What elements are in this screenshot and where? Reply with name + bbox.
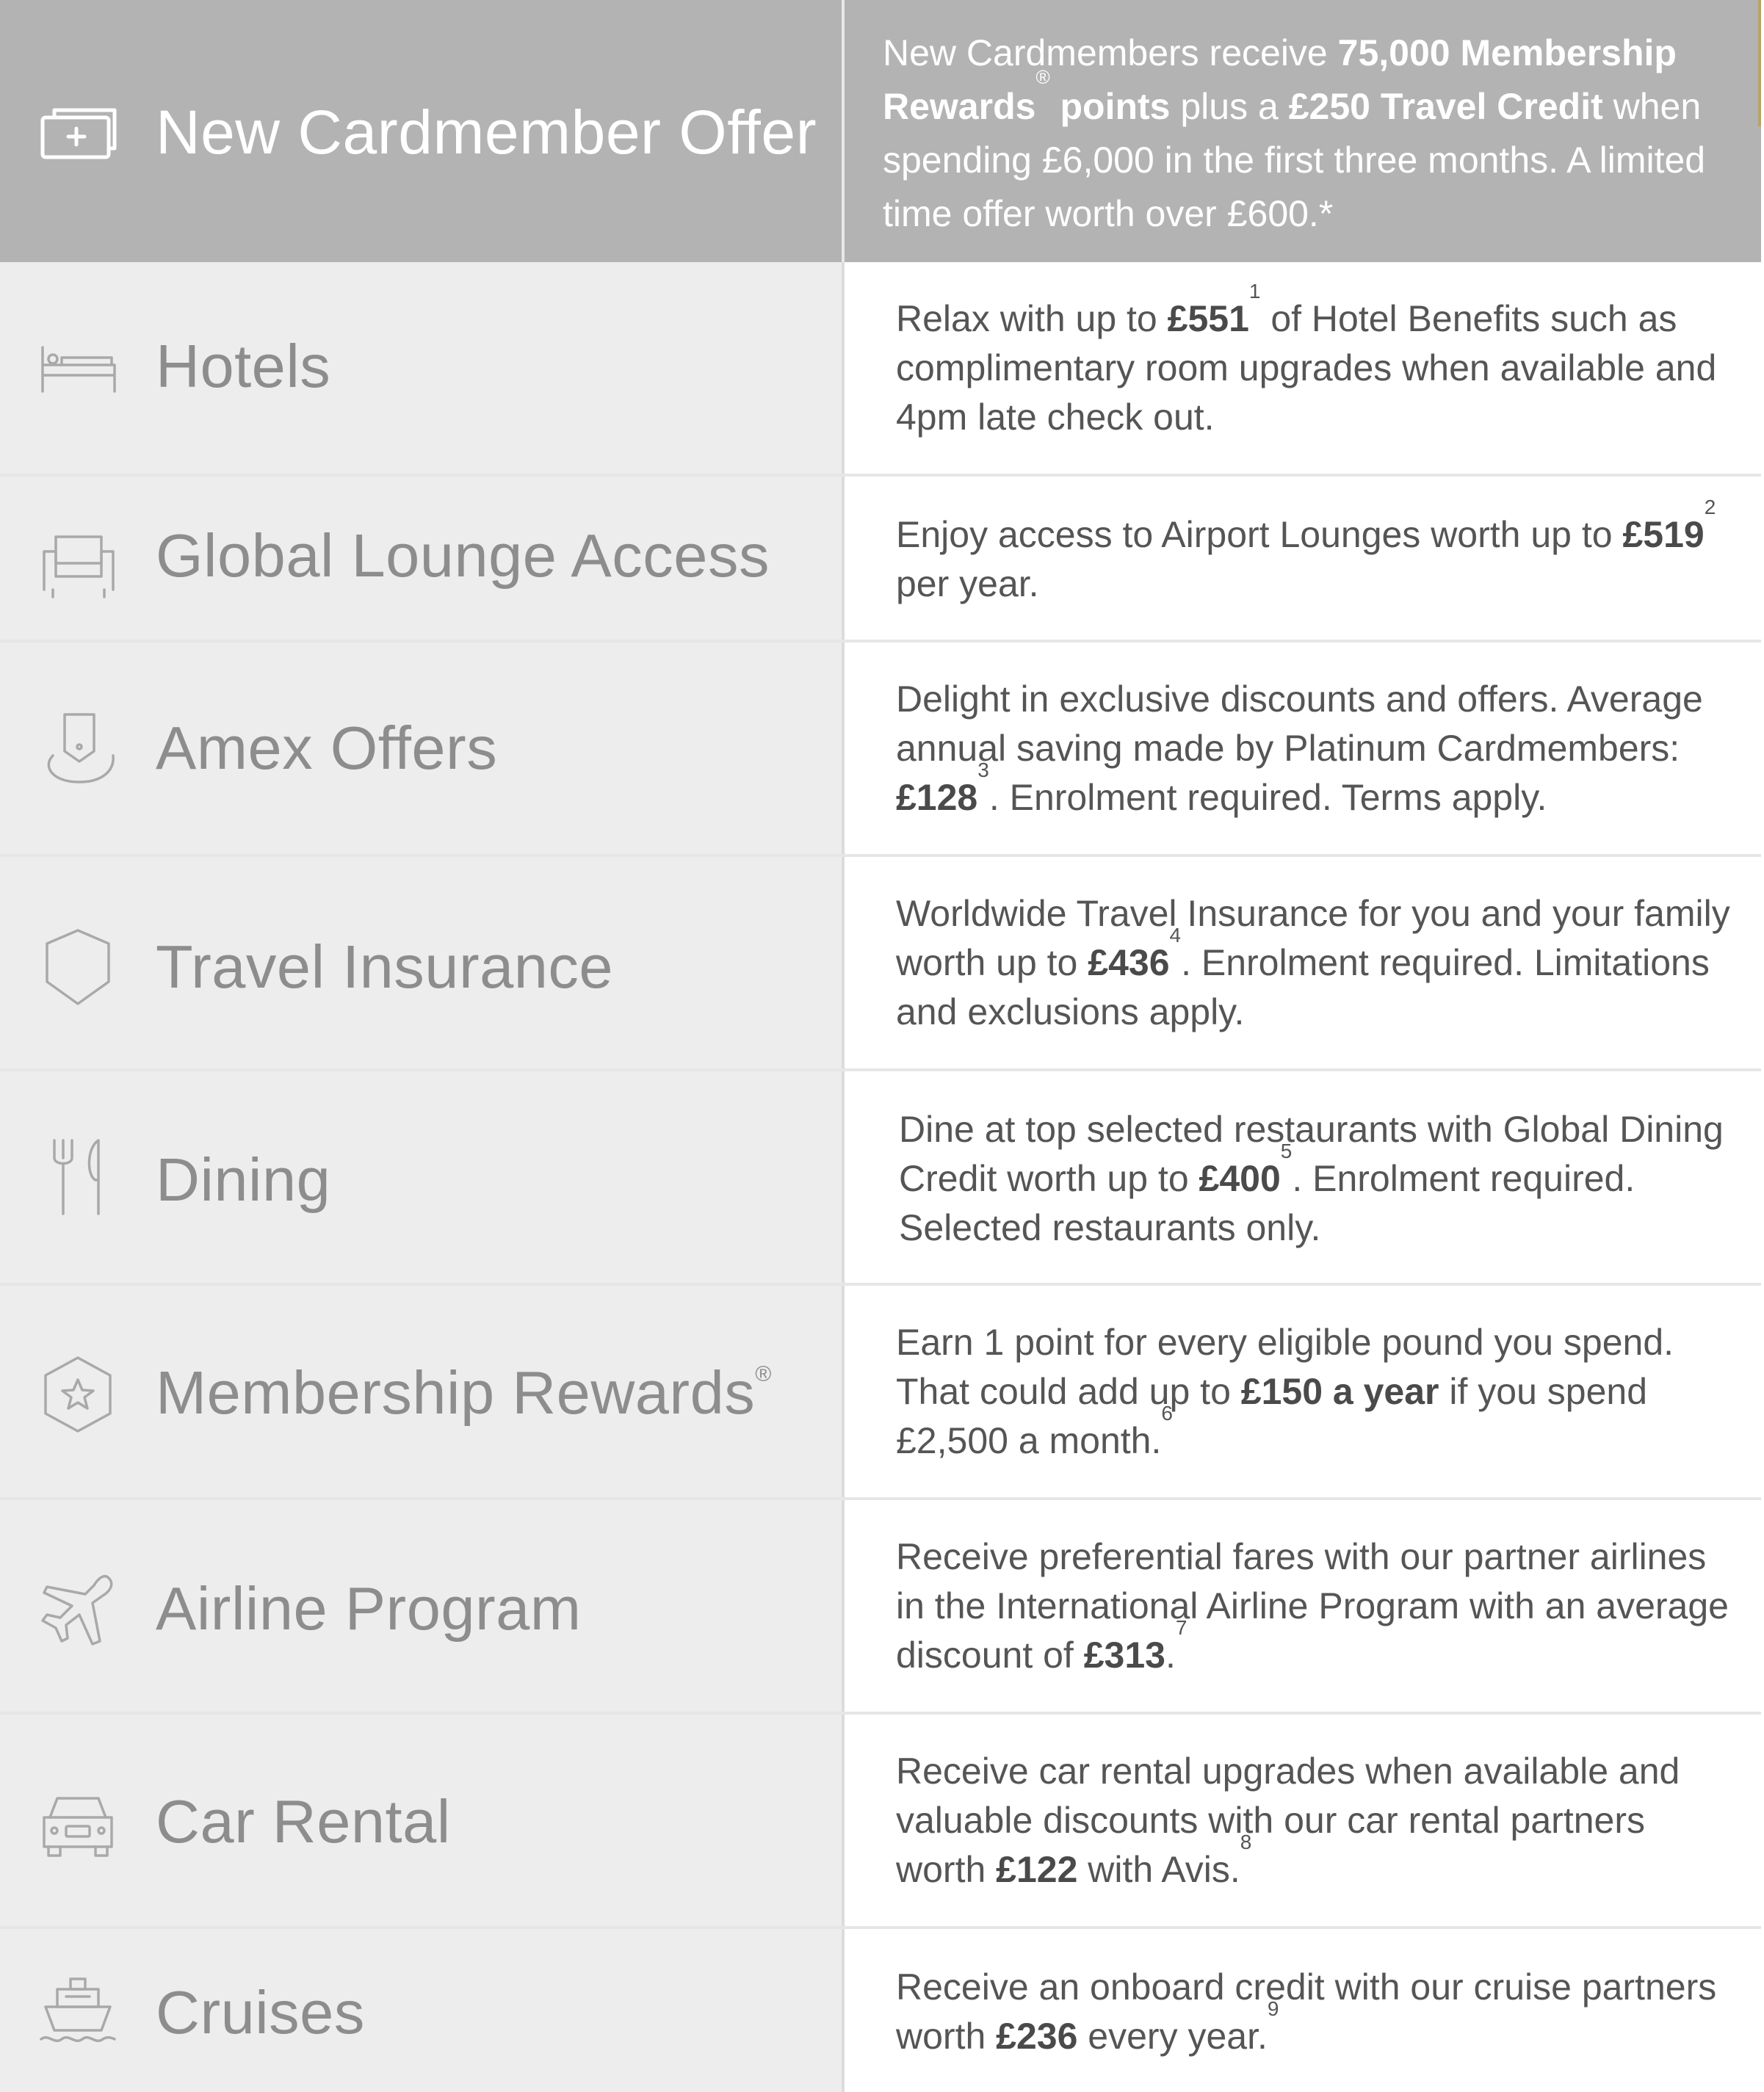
desc-text: plus a	[1170, 86, 1289, 127]
desc-text: New Cardmembers receive	[883, 32, 1338, 73]
row-description: Dine at top selected restaurants with Gl…	[899, 1105, 1739, 1253]
row-label-cell: Airline Program	[0, 1500, 845, 1712]
footnote-marker: 9	[1267, 1997, 1279, 2020]
benefit-row-hotels: Hotels Relax with up to £5511 of Hotel B…	[0, 262, 1761, 477]
highlight-amount: £436	[1088, 942, 1170, 983]
desc-text: per year.	[896, 563, 1039, 604]
row-description: Worldwide Travel Insurance for you and y…	[896, 889, 1739, 1037]
offer-tag-hand-icon	[38, 710, 118, 789]
row-description-cell: Receive preferential fares with our part…	[845, 1500, 1761, 1712]
footnote-marker: 2	[1704, 496, 1716, 518]
benefit-row-airline-program: Airline Program Receive preferential far…	[0, 1500, 1761, 1715]
benefits-table: New Cardmember Offer New Cardmembers rec…	[0, 0, 1761, 2092]
row-description-cell: Dine at top selected restaurants with Gl…	[845, 1071, 1761, 1283]
fork-knife-icon	[38, 1136, 118, 1215]
registered-mark: ®	[1035, 66, 1050, 88]
row-description-cell: Delight in exclusive discounts and offer…	[845, 643, 1761, 854]
highlight-amount: £236	[996, 2016, 1078, 2057]
row-description: New Cardmembers receive 75,000 Membershi…	[883, 26, 1739, 241]
cruise-ship-icon	[38, 1973, 118, 2052]
footnote-marker: 8	[1240, 1831, 1252, 1853]
airplane-icon	[38, 1571, 118, 1650]
desc-text: . Enrolment required. Terms apply.	[988, 777, 1547, 818]
highlight-amount: £122	[996, 1849, 1078, 1890]
row-description-cell: Earn 1 point for every eligible pound yo…	[845, 1286, 1761, 1497]
row-label-cell: Cruises	[0, 1929, 845, 2092]
row-label: Global Lounge Access	[156, 521, 770, 590]
row-description-cell: New Cardmembers receive 75,000 Membershi…	[845, 0, 1761, 262]
card-plus-icon	[38, 94, 118, 173]
desc-text: Relax with up to	[896, 298, 1168, 339]
highlight-points-suffix: points	[1049, 86, 1171, 127]
footnote-marker: 5	[1280, 1140, 1293, 1162]
row-label-cell: Global Lounge Access	[0, 477, 845, 640]
desc-text: with Avis.	[1077, 1849, 1240, 1890]
footnote-marker: 4	[1169, 924, 1182, 947]
row-label-cell: Membership Rewards®	[0, 1286, 845, 1497]
row-label-cell: Amex Offers	[0, 643, 845, 854]
row-description: Delight in exclusive discounts and offer…	[896, 675, 1739, 822]
row-description: Enjoy access to Airport Lounges worth up…	[896, 497, 1739, 609]
star-hexagon-icon	[38, 1355, 118, 1434]
row-description: Receive car rental upgrades when availab…	[896, 1747, 1739, 1894]
highlight-travel-credit: £250 Travel Credit	[1288, 86, 1603, 127]
armchair-icon	[38, 521, 118, 600]
row-description-cell: Receive car rental upgrades when availab…	[845, 1715, 1761, 1926]
desc-text: Delight in exclusive discounts and offer…	[896, 678, 1703, 769]
row-description-cell: Relax with up to £5511 of Hotel Benefits…	[845, 262, 1761, 474]
desc-text: Enjoy access to Airport Lounges worth up…	[896, 514, 1623, 555]
desc-text: .	[1165, 1635, 1176, 1676]
benefit-row-travel-insurance: Travel Insurance Worldwide Travel Insura…	[0, 857, 1761, 1071]
highlight-amount: £551	[1167, 298, 1249, 339]
row-description-cell: Receive an onboard credit with our cruis…	[845, 1929, 1761, 2092]
benefit-row-cruises: Cruises Receive an onboard credit with o…	[0, 1929, 1761, 2092]
row-description-cell: Enjoy access to Airport Lounges worth up…	[845, 477, 1761, 640]
registered-mark: ®	[755, 1362, 772, 1386]
row-label-text: Membership Rewards	[156, 1358, 756, 1427]
benefit-row-membership-rewards: Membership Rewards® Earn 1 point for eve…	[0, 1286, 1761, 1500]
row-label-cell: Car Rental	[0, 1715, 845, 1926]
footnote-marker: 6	[1161, 1402, 1173, 1425]
highlight-amount: £128	[896, 777, 978, 818]
highlight-amount: £313	[1083, 1635, 1165, 1676]
highlight-amount: £519	[1622, 514, 1705, 555]
bed-icon	[38, 330, 118, 409]
row-label: Car Rental	[156, 1787, 451, 1856]
row-description: Receive an onboard credit with our cruis…	[896, 1963, 1739, 2061]
row-label: New Cardmember Offer	[156, 98, 817, 167]
row-label-cell: Dining	[0, 1071, 845, 1283]
row-label: Membership Rewards®	[156, 1358, 772, 1428]
highlight-amount: £400	[1199, 1158, 1281, 1199]
row-label: Dining	[156, 1145, 331, 1214]
benefit-row-amex-offers: Amex Offers Delight in exclusive discoun…	[0, 643, 1761, 857]
new-cardmember-offer-row: New Cardmember Offer New Cardmembers rec…	[0, 0, 1761, 262]
row-label: Travel Insurance	[156, 933, 614, 1001]
row-label: Cruises	[156, 1978, 365, 2046]
shield-icon	[38, 927, 118, 1007]
footnote-marker: 7	[1175, 1616, 1188, 1639]
car-icon	[38, 1785, 118, 1864]
right-edge-accent	[1758, 0, 1761, 126]
row-label-cell: New Cardmember Offer	[0, 0, 845, 262]
row-description: Earn 1 point for every eligible pound yo…	[896, 1318, 1739, 1466]
row-label-cell: Hotels	[0, 262, 845, 474]
benefit-row-dining: Dining Dine at top selected restaurants …	[0, 1071, 1761, 1286]
row-label-cell: Travel Insurance	[0, 857, 845, 1068]
highlight-amount: £150 a year	[1240, 1371, 1439, 1412]
row-description: Relax with up to £5511 of Hotel Benefits…	[896, 281, 1739, 442]
row-label: Hotels	[156, 332, 331, 400]
row-description-cell: Worldwide Travel Insurance for you and y…	[845, 857, 1761, 1068]
benefit-row-lounge: Global Lounge Access Enjoy access to Air…	[0, 477, 1761, 643]
row-label: Airline Program	[156, 1574, 582, 1643]
desc-text: every year.	[1077, 2016, 1268, 2057]
row-description: Receive preferential fares with our part…	[896, 1532, 1739, 1680]
footnote-marker: 1	[1248, 280, 1261, 303]
row-label: Amex Offers	[156, 714, 498, 782]
benefit-row-car-rental: Car Rental Receive car rental upgrades w…	[0, 1715, 1761, 1929]
desc-text: Receive preferential fares with our part…	[896, 1536, 1729, 1676]
footnote-marker: 3	[977, 759, 989, 781]
